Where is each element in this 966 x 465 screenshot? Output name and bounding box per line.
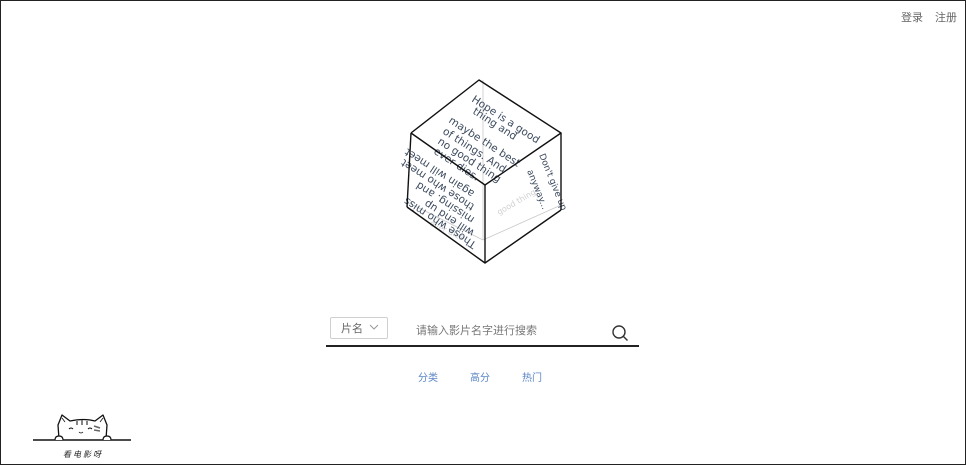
login-link[interactable]: 登录 [901,9,923,25]
svg-text:good thing: good thing [496,187,538,216]
logo-text: 看电影呀 [63,450,103,459]
search-input[interactable] [414,319,608,341]
search-bar: 片名 [326,317,639,347]
site-logo[interactable]: 看电影呀 [31,409,135,461]
search-type-value: 片名 [341,322,363,335]
chevron-down-icon [369,324,379,330]
cube-graphic: ever dies good thing Hope is a good thin… [399,79,568,264]
auth-links: 登录 注册 [901,9,957,25]
nav-top-rated[interactable]: 高分 [470,369,490,384]
register-link[interactable]: 注册 [935,9,957,25]
text-cube: ever dies good thing Hope is a good thin… [399,75,575,265]
category-nav: 分类 高分 热门 [418,369,542,384]
nav-popular[interactable]: 热门 [522,369,542,384]
search-icon[interactable] [611,324,629,342]
nav-category[interactable]: 分类 [418,369,438,384]
app-window: 登录 注册 ever dies good thing Hope is a goo… [0,0,966,465]
search-type-select[interactable]: 片名 [330,317,388,339]
